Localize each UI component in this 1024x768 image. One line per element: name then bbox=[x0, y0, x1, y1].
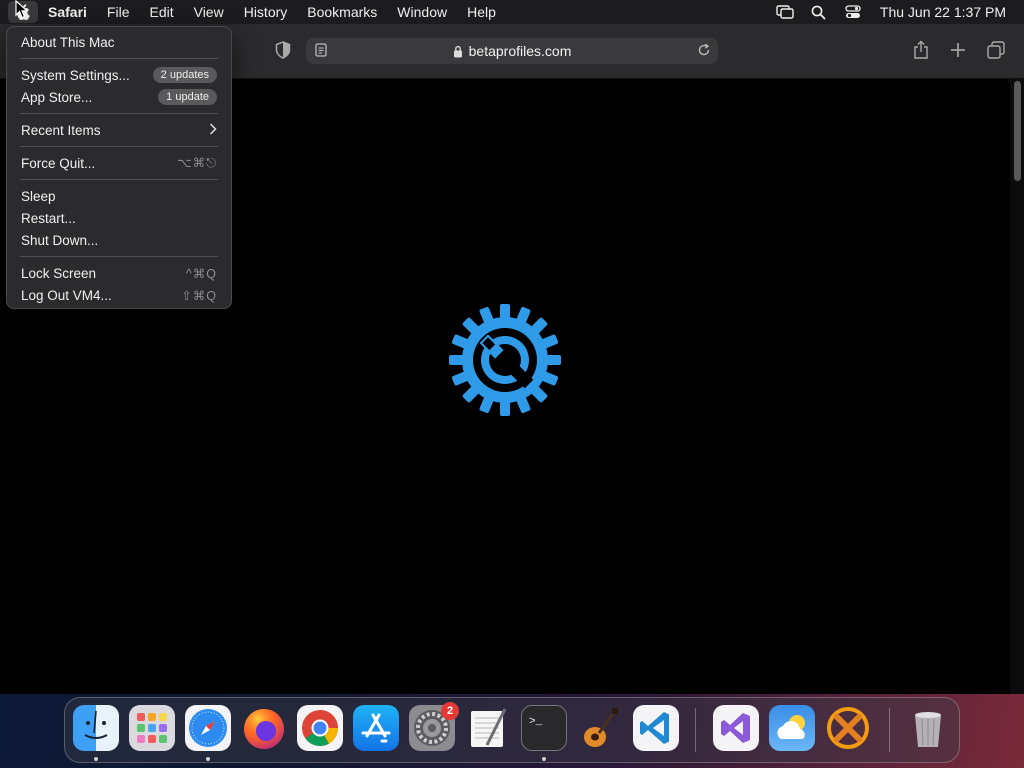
system-settings-notification-badge: 2 bbox=[441, 702, 459, 720]
mouse-cursor-icon bbox=[15, 0, 29, 19]
launchpad-icon[interactable] bbox=[129, 705, 175, 751]
trash-icon[interactable] bbox=[905, 705, 951, 751]
menu-item-shut-down[interactable]: Shut Down... bbox=[12, 229, 226, 251]
chevron-right-icon bbox=[209, 122, 217, 138]
lock-icon bbox=[453, 45, 463, 58]
vscode-icon[interactable] bbox=[633, 705, 679, 751]
finder-icon[interactable] bbox=[73, 705, 119, 751]
log-out-label: Log Out VM4... bbox=[21, 287, 112, 303]
menu-window[interactable]: Window bbox=[387, 0, 457, 24]
log-out-shortcut: ⇧⌘Q bbox=[181, 288, 217, 303]
sleep-label: Sleep bbox=[21, 188, 56, 204]
menu-item-log-out[interactable]: Log Out VM4... ⇧⌘Q bbox=[12, 284, 226, 306]
scrollbar-thumb[interactable] bbox=[1014, 81, 1021, 181]
control-center-icon[interactable] bbox=[836, 0, 870, 24]
safari-icon[interactable] bbox=[185, 705, 231, 751]
visual-studio-icon[interactable] bbox=[713, 705, 759, 751]
app-store-update-badge: 1 update bbox=[158, 89, 217, 105]
menu-help[interactable]: Help bbox=[457, 0, 506, 24]
firefox-icon[interactable] bbox=[241, 705, 287, 751]
dock: 2 >_ bbox=[64, 697, 960, 763]
crossover-icon[interactable] bbox=[825, 705, 871, 751]
menu-separator bbox=[20, 58, 218, 59]
menu-bookmarks[interactable]: Bookmarks bbox=[297, 0, 387, 24]
lock-screen-label: Lock Screen bbox=[21, 265, 97, 281]
garageband-icon[interactable] bbox=[577, 705, 623, 751]
menu-separator bbox=[20, 179, 218, 180]
system-settings-update-badge: 2 updates bbox=[152, 67, 217, 83]
apple-dropdown-menu: About This Mac System Settings... 2 upda… bbox=[6, 26, 232, 309]
shut-down-label: Shut Down... bbox=[21, 232, 99, 248]
page-menu-icon[interactable] bbox=[315, 43, 327, 60]
dock-separator bbox=[695, 708, 696, 752]
menu-item-sleep[interactable]: Sleep bbox=[12, 185, 226, 207]
force-quit-label: Force Quit... bbox=[21, 155, 96, 171]
screen-mirroring-icon[interactable] bbox=[768, 0, 802, 24]
restart-label: Restart... bbox=[21, 210, 76, 226]
menu-view[interactable]: View bbox=[184, 0, 234, 24]
chrome-icon[interactable] bbox=[297, 705, 343, 751]
menu-bar-clock[interactable]: Thu Jun 22 1:37 PM bbox=[870, 4, 1024, 20]
system-settings-label: System Settings... bbox=[21, 67, 130, 83]
about-label: About This Mac bbox=[21, 34, 115, 50]
menu-item-restart[interactable]: Restart... bbox=[12, 207, 226, 229]
menu-separator bbox=[20, 113, 218, 114]
app-store-label: App Store... bbox=[21, 89, 93, 105]
running-indicator bbox=[94, 757, 98, 761]
menu-bar: Safari File Edit View History Bookmarks … bbox=[0, 0, 1024, 24]
menu-history[interactable]: History bbox=[234, 0, 298, 24]
menu-item-recent-items[interactable]: Recent Items bbox=[12, 119, 226, 141]
menu-app-safari[interactable]: Safari bbox=[38, 0, 97, 24]
settings-gear-wrench-icon bbox=[449, 304, 561, 416]
privacy-report-shield-icon[interactable] bbox=[272, 39, 294, 61]
reload-icon[interactable] bbox=[697, 43, 711, 60]
running-indicator bbox=[542, 757, 546, 761]
weather-icon[interactable] bbox=[769, 705, 815, 751]
menu-file[interactable]: File bbox=[97, 0, 140, 24]
menu-item-lock-screen[interactable]: Lock Screen ^⌘Q bbox=[12, 262, 226, 284]
terminal-icon[interactable]: >_ bbox=[521, 705, 567, 751]
menu-edit[interactable]: Edit bbox=[139, 0, 183, 24]
share-icon[interactable] bbox=[910, 39, 932, 61]
svg-text:>_: >_ bbox=[529, 716, 543, 728]
lock-screen-shortcut: ^⌘Q bbox=[185, 266, 217, 281]
recent-items-label: Recent Items bbox=[21, 122, 101, 138]
textedit-icon[interactable] bbox=[465, 705, 511, 751]
new-tab-plus-icon[interactable] bbox=[947, 39, 969, 61]
running-indicator bbox=[206, 757, 210, 761]
address-bar[interactable]: betaprofiles.com bbox=[306, 38, 718, 64]
menu-item-app-store[interactable]: App Store... 1 update bbox=[12, 86, 226, 108]
spotlight-search-icon[interactable] bbox=[802, 0, 836, 24]
menu-separator bbox=[20, 146, 218, 147]
menu-item-about-this-mac[interactable]: About This Mac bbox=[12, 31, 226, 53]
menu-separator bbox=[20, 256, 218, 257]
menu-item-force-quit[interactable]: Force Quit... ⌥⌘⎋ bbox=[12, 152, 226, 174]
address-url-text: betaprofiles.com bbox=[468, 43, 572, 59]
dock-separator bbox=[889, 708, 890, 752]
tab-overview-icon[interactable] bbox=[985, 39, 1007, 61]
app-store-icon[interactable] bbox=[353, 705, 399, 751]
force-quit-shortcut: ⌥⌘⎋ bbox=[177, 156, 217, 170]
menu-item-system-settings[interactable]: System Settings... 2 updates bbox=[12, 64, 226, 86]
